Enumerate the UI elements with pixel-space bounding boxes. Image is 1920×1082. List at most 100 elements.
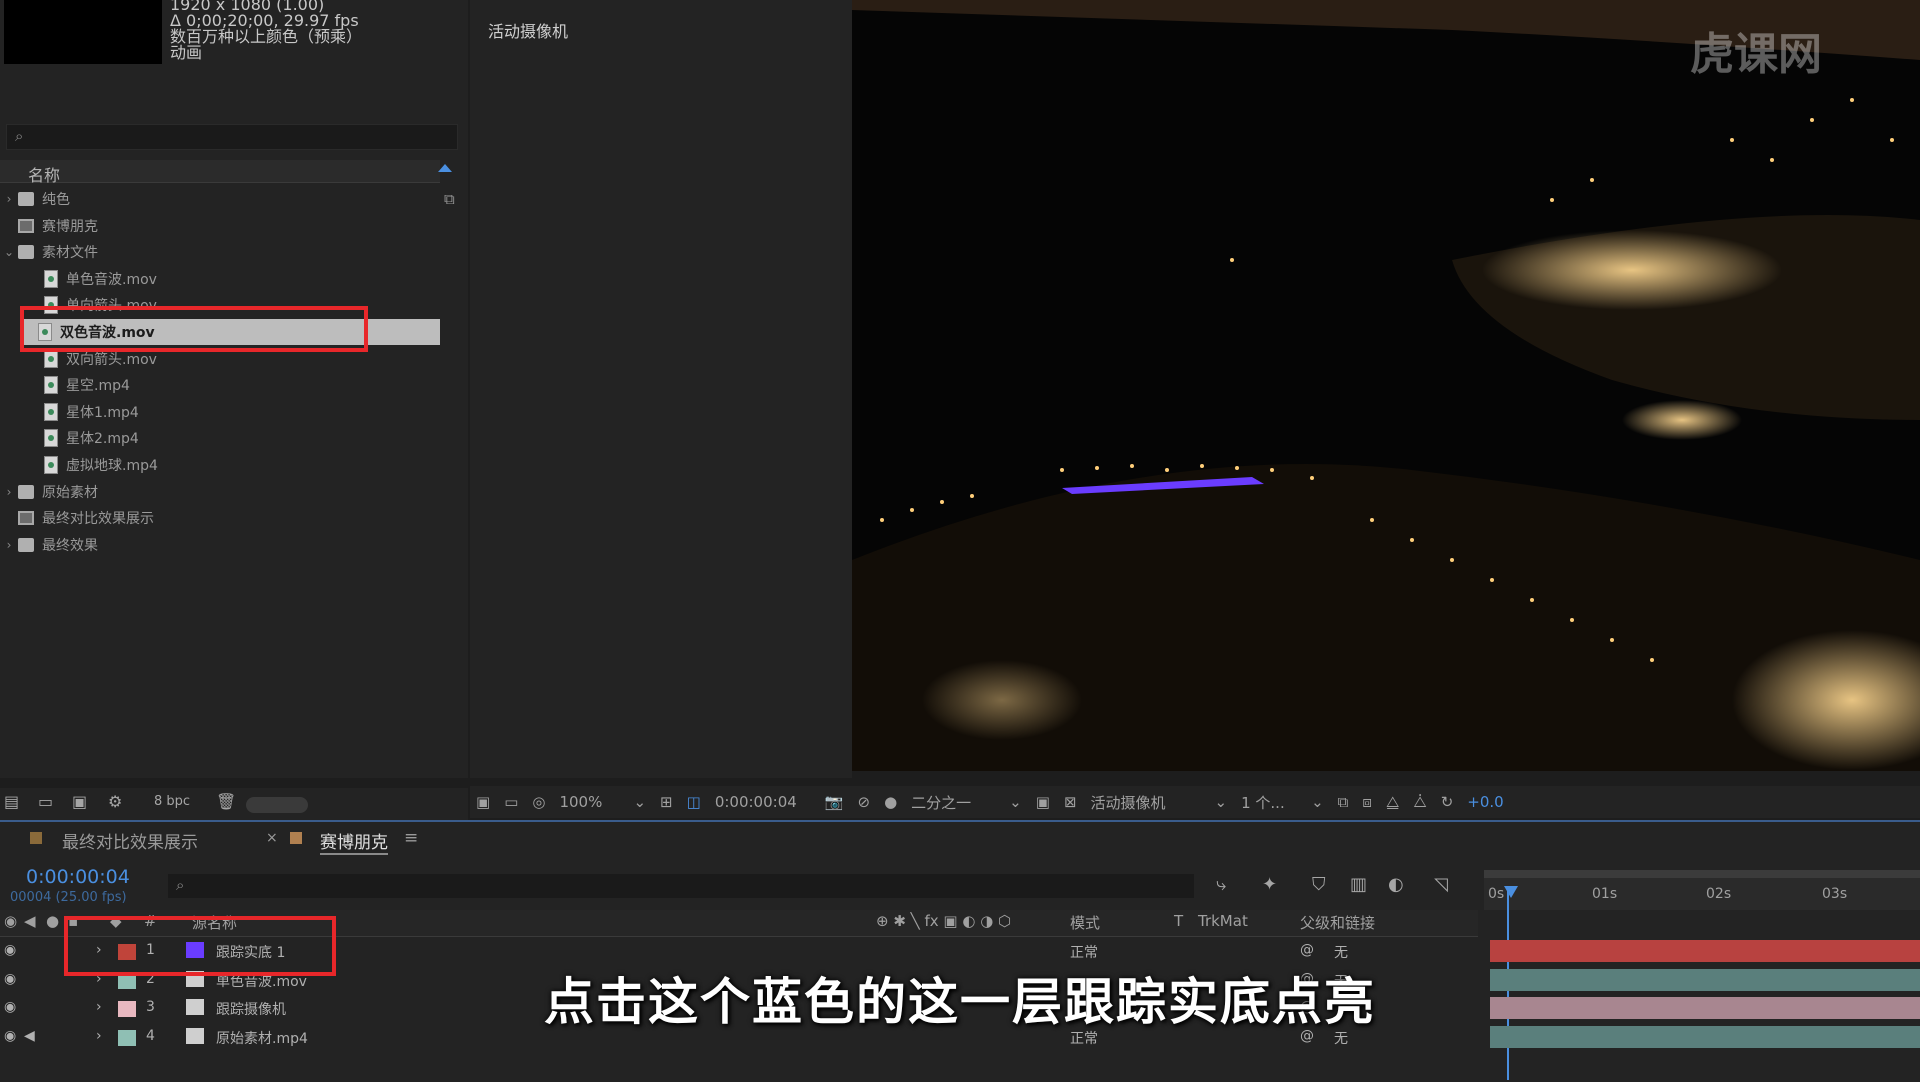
expand-twisty-icon[interactable]: › [0, 485, 18, 499]
project-item[interactable]: › 纯色 [0, 186, 440, 212]
footage-file-icon [44, 456, 58, 474]
eye-icon[interactable]: ◉ [4, 912, 17, 930]
col-mode: 模式 [1070, 914, 1101, 932]
viewer-toolbar: ▣ ▭ ◎ 100% ⌄ ⊞ ◫ 0:00:00:04 📷 ⊘ ● 二分之一 ⌄… [470, 786, 1920, 818]
expand-twisty-icon[interactable]: › [0, 538, 18, 552]
eye-icon[interactable]: ◉ [4, 942, 16, 958]
timeline-search-input[interactable]: ⌕ [168, 874, 1194, 898]
parent-select[interactable]: 无 [1334, 942, 1348, 962]
interpret-footage-icon[interactable]: ▤ [4, 792, 19, 811]
project-item[interactable]: 单色音波.mov [0, 266, 440, 292]
sort-ascending-icon[interactable] [438, 164, 452, 172]
thumbnail-slider[interactable] [246, 797, 308, 813]
footage-file-icon [44, 402, 58, 421]
flowchart-icon[interactable]: ⧉ [444, 190, 455, 208]
mode-select[interactable]: 正常 [1070, 942, 1098, 962]
composition-panel: 活动摄像机 [470, 0, 852, 778]
views-layout-select[interactable]: 1 个... [1241, 792, 1297, 813]
solo-icon[interactable]: ● [46, 912, 59, 930]
tutorial-subtitle: 点击这个蓝色的这一层跟踪实底点亮 [544, 973, 1376, 1031]
search-icon: ⌕ [176, 876, 185, 894]
active-camera-label: 活动摄像机 [488, 22, 569, 41]
project-column-header[interactable]: 名称 [0, 160, 452, 185]
footage-file-icon [44, 269, 58, 288]
project-item-label: 素材文件 [42, 245, 98, 262]
expand-twisty-icon[interactable]: ⌄ [0, 245, 18, 259]
chevron-down-icon[interactable]: ⌄ [1311, 793, 1324, 811]
grid-icon[interactable]: ⊞ [660, 793, 673, 811]
composition-viewer[interactable]: 虎课网 [852, 0, 1920, 771]
composition-icon [18, 218, 34, 233]
ruler-label-2: 02s [1706, 886, 1732, 902]
exposure-icon[interactable]: ↻ [1441, 793, 1454, 811]
hierarchy-icon[interactable]: ⧊ [1413, 793, 1426, 811]
show-snapshot-icon[interactable]: ⊘ [858, 793, 871, 811]
audio-icon[interactable]: ◀ [24, 912, 36, 930]
motion-blur-icon[interactable]: ◐ [1388, 874, 1404, 895]
new-folder-icon[interactable]: ▭ [38, 792, 53, 811]
project-item-label: 最终对比效果展示 [42, 511, 154, 528]
trash-icon[interactable]: 🗑 [216, 792, 236, 811]
resolution-select[interactable]: 二分之一 [911, 792, 995, 813]
project-item[interactable]: 赛博朋克 [0, 213, 440, 239]
parent-pickwhip-icon[interactable]: @ [1300, 942, 1314, 958]
work-area-bar[interactable] [1484, 870, 1920, 878]
project-item[interactable]: ⌄ 素材文件 [0, 239, 440, 265]
project-footer-toolbar: ▤ ▭ ▣ ⚙ 8 bpc 🗑 [0, 788, 468, 820]
tab-final-compare[interactable]: 最终对比效果展示 [62, 828, 198, 853]
project-item[interactable]: 星空.mp4 [0, 372, 440, 398]
bpc-toggle[interactable]: 8 bpc [154, 794, 190, 809]
zoom-select[interactable]: 100% [559, 793, 619, 811]
graph-editor-icon[interactable]: ◹ [1434, 874, 1448, 895]
frame-blend-icon[interactable]: ▥ [1350, 874, 1367, 895]
always-preview-icon[interactable]: ▣ [476, 793, 490, 811]
folder-icon [18, 484, 34, 499]
snapshot-icon[interactable]: 📷 [825, 793, 844, 811]
project-item-label: 虚拟地球.mp4 [66, 458, 158, 474]
new-comp-icon[interactable]: ▣ [72, 792, 87, 811]
camera-view-select[interactable]: 活动摄像机 [1091, 792, 1201, 813]
draft-3d-icon[interactable]: ✦ [1262, 874, 1277, 895]
panel-menu-icon[interactable]: ≡ [404, 828, 418, 848]
chevron-down-icon[interactable]: ⌄ [1215, 793, 1228, 811]
chevron-down-icon[interactable]: ⌄ [633, 793, 646, 811]
comp-color-swatch [290, 832, 302, 844]
shy-icon[interactable]: ⛉ [1312, 874, 1326, 895]
project-item-label: 星空.mp4 [66, 378, 130, 395]
roi-icon[interactable]: ▣ [1036, 793, 1050, 811]
chevron-down-icon[interactable]: ⌄ [1009, 793, 1022, 811]
project-item[interactable]: 最终对比效果展示 [0, 505, 440, 531]
comp-color-swatch [30, 832, 42, 844]
project-item[interactable]: › 原始素材 [0, 479, 440, 505]
flowchart-icon[interactable]: ⧋ [1386, 793, 1399, 811]
close-icon[interactable]: × [266, 830, 278, 846]
mask-icon[interactable]: ◎ [532, 793, 545, 811]
tab-cyberpunk[interactable]: 赛博朋克 [320, 828, 388, 855]
watermark-logo: 虎课网 [1690, 29, 1822, 80]
project-item[interactable]: 虚拟地球.mp4 [0, 452, 440, 478]
transparency-grid-icon[interactable]: ⊠ [1064, 793, 1077, 811]
display-icon[interactable]: ▭ [504, 793, 518, 811]
toggle-pixel-icon[interactable]: ⧉ [1338, 793, 1349, 811]
expand-twisty-icon[interactable]: › [0, 192, 18, 206]
viewer-timecode[interactable]: 0:00:00:04 [715, 793, 811, 811]
project-item[interactable]: 星体1.mp4 [0, 399, 440, 425]
time-ruler[interactable] [1484, 870, 1920, 910]
ruler-label-1: 01s [1592, 886, 1618, 902]
project-settings-icon[interactable]: ⚙ [108, 792, 122, 811]
meta-type: 动画 [170, 43, 203, 62]
region-icon[interactable]: ◫ [687, 793, 701, 811]
layer-duration-bar[interactable] [1490, 940, 1920, 962]
footage-file-icon [44, 376, 58, 395]
col-trkmat: TrkMat [1198, 912, 1248, 930]
footage-file-icon [44, 349, 58, 368]
comp-mini-flowchart-icon[interactable]: ⤷ [1216, 874, 1226, 895]
project-item[interactable]: 星体2.mp4 [0, 425, 440, 451]
project-item[interactable]: › 最终效果 [0, 532, 440, 558]
exposure-value[interactable]: +0.0 [1467, 793, 1503, 811]
color-channel-icon[interactable]: ● [884, 793, 897, 811]
reset-exposure-icon[interactable]: ⧈ [1362, 793, 1372, 811]
composition-icon [18, 511, 34, 526]
timeline-timecode[interactable]: 0:00:00:04 [26, 866, 130, 888]
project-search-input[interactable]: ⌕ [6, 124, 458, 150]
